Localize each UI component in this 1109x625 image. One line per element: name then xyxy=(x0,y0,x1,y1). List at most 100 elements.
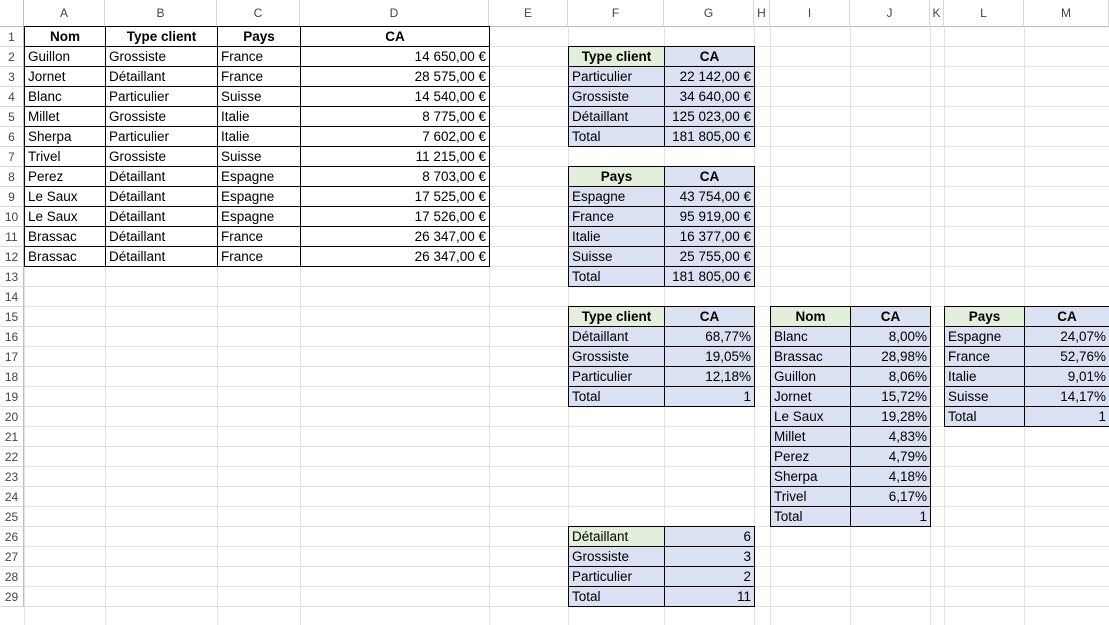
table-cell[interactable]: Total xyxy=(568,386,665,407)
table-cell[interactable]: Grossiste xyxy=(105,46,218,67)
table-cell[interactable]: France xyxy=(217,66,301,87)
table-cell[interactable]: Particulier xyxy=(568,566,665,587)
column-header-c[interactable]: C xyxy=(217,0,300,27)
table-cell[interactable]: 43 754,00 € xyxy=(664,186,755,207)
table-cell[interactable]: 1 xyxy=(850,506,931,527)
table-cell[interactable]: Détaillant xyxy=(105,186,218,207)
table-cell[interactable]: 16 377,00 € xyxy=(664,226,755,247)
table-cell[interactable]: 14 540,00 € xyxy=(300,86,490,107)
table-cell[interactable]: 181 805,00 € xyxy=(664,266,755,287)
table-cell[interactable]: Blanc xyxy=(770,326,851,347)
column-header-j[interactable]: J xyxy=(850,0,930,27)
table-cell[interactable]: Le Saux xyxy=(770,406,851,427)
table-cell[interactable]: Jornet xyxy=(24,66,106,87)
table-cell[interactable]: Espagne xyxy=(217,206,301,227)
row-header-13[interactable]: 13 xyxy=(0,267,24,287)
table-cell[interactable]: Espagne xyxy=(568,186,665,207)
table-cell[interactable]: 6 xyxy=(664,526,755,547)
table-cell[interactable]: Italie xyxy=(944,366,1025,387)
table-cell[interactable]: Particulier xyxy=(105,126,218,147)
column-header-d[interactable]: D xyxy=(300,0,489,27)
table-cell[interactable]: Particulier xyxy=(105,86,218,107)
column-header-m[interactable]: M xyxy=(1024,0,1109,27)
table-cell[interactable]: 9,01% xyxy=(1024,366,1109,387)
row-header-18[interactable]: 18 xyxy=(0,367,24,387)
table-cell[interactable]: Grossiste xyxy=(568,346,665,367)
table-cell[interactable]: Total xyxy=(770,506,851,527)
table-cell[interactable]: Détaillant xyxy=(105,166,218,187)
table-cell[interactable]: 24,07% xyxy=(1024,326,1109,347)
header-cell[interactable]: Nom xyxy=(770,306,851,327)
row-header-16[interactable]: 16 xyxy=(0,327,24,347)
table-cell[interactable]: Jornet xyxy=(770,386,851,407)
table-cell[interactable]: 52,76% xyxy=(1024,346,1109,367)
row-header-25[interactable]: 25 xyxy=(0,507,24,527)
table-cell[interactable]: 8,00% xyxy=(850,326,931,347)
column-header-l[interactable]: L xyxy=(944,0,1024,27)
header-cell[interactable]: CA xyxy=(664,46,755,67)
table-cell[interactable]: Suisse xyxy=(217,146,301,167)
table-cell[interactable]: 125 023,00 € xyxy=(664,106,755,127)
table-cell[interactable]: France xyxy=(217,46,301,67)
table-cell[interactable]: Total xyxy=(568,266,665,287)
row-header-15[interactable]: 15 xyxy=(0,307,24,327)
header-cell[interactable]: Pays xyxy=(944,306,1025,327)
table-cell[interactable]: Total xyxy=(568,126,665,147)
table-cell[interactable]: Suisse xyxy=(568,246,665,267)
table-cell[interactable]: Le Saux xyxy=(24,206,106,227)
row-header-2[interactable]: 2 xyxy=(0,47,24,67)
select-all-corner[interactable] xyxy=(0,0,24,27)
header-cell[interactable]: Nom xyxy=(24,26,106,47)
table-cell[interactable]: 26 347,00 € xyxy=(300,246,490,267)
row-header-3[interactable]: 3 xyxy=(0,67,24,87)
row-header-7[interactable]: 7 xyxy=(0,147,24,167)
table-cell[interactable]: 7 602,00 € xyxy=(300,126,490,147)
table-cell[interactable]: Perez xyxy=(770,446,851,467)
table-cell[interactable]: Espagne xyxy=(944,326,1025,347)
row-header-23[interactable]: 23 xyxy=(0,467,24,487)
table-cell[interactable]: Brassac xyxy=(770,346,851,367)
header-cell[interactable]: CA xyxy=(1024,306,1109,327)
table-cell[interactable]: 4,83% xyxy=(850,426,931,447)
row-header-1[interactable]: 1 xyxy=(0,27,24,47)
table-cell[interactable]: Grossiste xyxy=(568,86,665,107)
table-cell[interactable]: 15,72% xyxy=(850,386,931,407)
column-header-b[interactable]: B xyxy=(105,0,217,27)
header-cell[interactable]: Pays xyxy=(568,166,665,187)
table-cell[interactable]: Guillon xyxy=(24,46,106,67)
row-header-6[interactable]: 6 xyxy=(0,127,24,147)
table-cell[interactable]: Italie xyxy=(217,126,301,147)
header-cell[interactable]: CA xyxy=(664,166,755,187)
row-header-8[interactable]: 8 xyxy=(0,167,24,187)
table-cell[interactable]: Guillon xyxy=(770,366,851,387)
table-cell[interactable]: Brassac xyxy=(24,246,106,267)
table-cell[interactable]: Perez xyxy=(24,166,106,187)
row-header-26[interactable]: 26 xyxy=(0,527,24,547)
table-cell[interactable]: Grossiste xyxy=(105,106,218,127)
table-cell[interactable]: 34 640,00 € xyxy=(664,86,755,107)
table-cell[interactable]: Blanc xyxy=(24,86,106,107)
table-cell[interactable]: 95 919,00 € xyxy=(664,206,755,227)
table-cell[interactable]: 26 347,00 € xyxy=(300,226,490,247)
row-header-21[interactable]: 21 xyxy=(0,427,24,447)
table-cell[interactable]: Espagne xyxy=(217,186,301,207)
table-cell[interactable]: Total xyxy=(568,586,665,607)
table-cell[interactable]: Particulier xyxy=(568,366,665,387)
column-header-f[interactable]: F xyxy=(568,0,664,27)
table-cell[interactable]: Détaillant xyxy=(105,206,218,227)
table-cell[interactable]: Détaillant xyxy=(568,526,665,547)
column-header-h[interactable]: H xyxy=(754,0,770,27)
table-cell[interactable]: Détaillant xyxy=(568,106,665,127)
column-header-g[interactable]: G xyxy=(664,0,754,27)
row-header-27[interactable]: 27 xyxy=(0,547,24,567)
table-cell[interactable]: Millet xyxy=(24,106,106,127)
row-header-17[interactable]: 17 xyxy=(0,347,24,367)
table-cell[interactable]: Le Saux xyxy=(24,186,106,207)
row-header-4[interactable]: 4 xyxy=(0,87,24,107)
table-cell[interactable]: 4,79% xyxy=(850,446,931,467)
table-cell[interactable]: Brassac xyxy=(24,226,106,247)
table-cell[interactable]: Suisse xyxy=(944,386,1025,407)
table-cell[interactable]: 17 525,00 € xyxy=(300,186,490,207)
table-cell[interactable]: Particulier xyxy=(568,66,665,87)
table-cell[interactable]: 68,77% xyxy=(664,326,755,347)
